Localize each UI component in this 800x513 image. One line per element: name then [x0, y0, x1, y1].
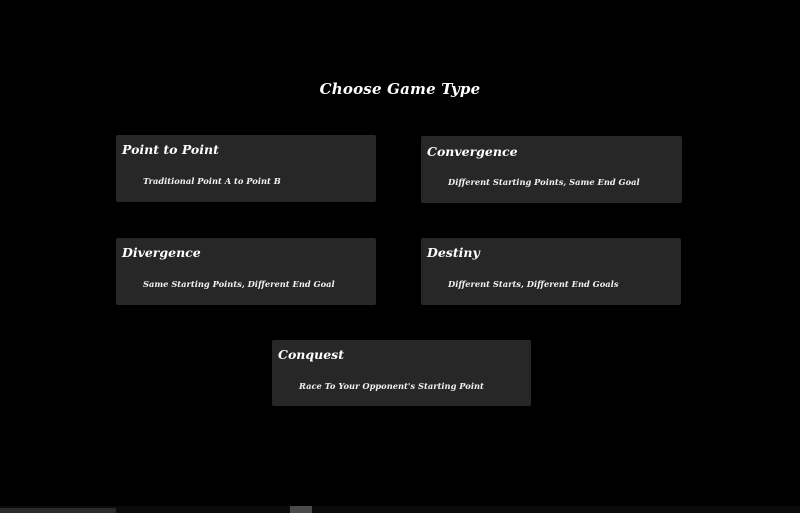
game-type-description: Race To Your Opponent's Starting Point: [299, 381, 484, 391]
active-app-icon[interactable]: [290, 506, 312, 513]
game-type-description: Different Starting Points, Same End Goal: [448, 177, 640, 187]
page-title: Choose Game Type: [319, 80, 481, 98]
game-type-description: Same Starting Points, Different End Goal: [143, 279, 335, 289]
game-type-title: Point to Point: [122, 142, 219, 157]
game-type-divergence-card[interactable]: Divergence Same Starting Points, Differe…: [116, 238, 376, 305]
circle-app-icon[interactable]: [270, 509, 278, 513]
file-icon[interactable]: [196, 509, 204, 513]
game-type-destiny-card[interactable]: Destiny Different Starts, Different End …: [421, 238, 681, 305]
game-type-title: Conquest: [278, 347, 344, 362]
taskbar-search-box[interactable]: [0, 508, 116, 513]
folder-icon[interactable]: [172, 509, 180, 513]
store-icon[interactable]: [222, 509, 230, 513]
browser-icon[interactable]: [148, 509, 156, 513]
taskbar: [0, 506, 800, 513]
game-type-title: Divergence: [122, 245, 201, 260]
game-type-title: Convergence: [427, 144, 518, 159]
game-type-description: Different Starts, Different End Goals: [448, 279, 619, 289]
game-type-title: Destiny: [427, 245, 480, 260]
game-type-description: Traditional Point A to Point B: [143, 176, 281, 186]
game-type-conquest-card[interactable]: Conquest Race To Your Opponent's Startin…: [272, 340, 531, 406]
app-icon[interactable]: [246, 509, 254, 513]
game-type-point-to-point-card[interactable]: Point to Point Traditional Point A to Po…: [116, 135, 376, 202]
game-type-convergence-card[interactable]: Convergence Different Starting Points, S…: [421, 136, 682, 203]
